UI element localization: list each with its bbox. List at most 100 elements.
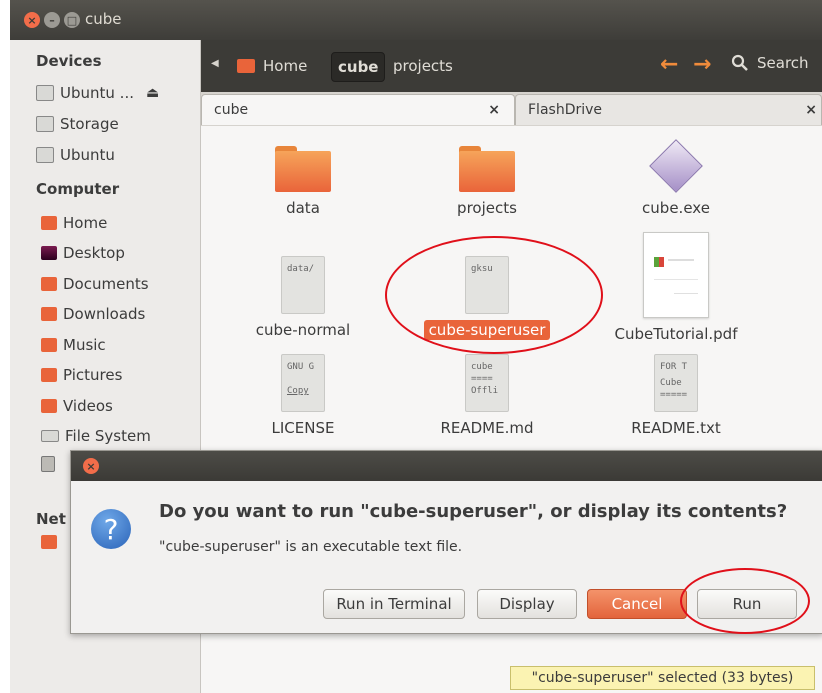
sidebar-item-label: Ubuntu ... bbox=[60, 84, 134, 102]
drive-icon bbox=[36, 116, 54, 132]
text-file-icon: GNU G Copy bbox=[281, 354, 325, 412]
annotation-circle-selected-file bbox=[385, 236, 603, 354]
status-bar: "cube-superuser" selected (33 bytes) bbox=[510, 666, 815, 690]
sidebar-item-label: Home bbox=[63, 214, 108, 232]
sidebar-item-file-system[interactable]: File System bbox=[41, 424, 151, 448]
close-dialog-icon[interactable]: × bbox=[83, 458, 99, 474]
sidebar-section-network: Net bbox=[36, 510, 66, 528]
file-name: projects bbox=[457, 199, 517, 217]
toolbar: ◀ Home cube projects ← → Search bbox=[201, 40, 822, 92]
cancel-button[interactable]: Cancel bbox=[587, 589, 687, 619]
text-file-icon: cube ==== Offli bbox=[465, 354, 509, 412]
folder-icon bbox=[459, 146, 515, 192]
search-icon bbox=[731, 54, 748, 71]
file-name: cube.exe bbox=[642, 199, 710, 217]
sidebar-item-network[interactable] bbox=[41, 530, 57, 554]
tab-bar: cube × FlashDrive × bbox=[201, 92, 822, 126]
breadcrumb-left-arrow-icon[interactable]: ◀ bbox=[211, 58, 219, 69]
search-button[interactable]: Search bbox=[731, 54, 809, 72]
breadcrumb-label: Home bbox=[263, 57, 308, 75]
annotation-circle-run-button bbox=[680, 568, 810, 634]
sidebar-item-pictures[interactable]: Pictures bbox=[41, 363, 122, 387]
question-icon: ? bbox=[91, 509, 131, 549]
sidebar-item-label: Ubuntu bbox=[60, 146, 115, 164]
tab-label: cube bbox=[214, 102, 249, 118]
home-folder-icon bbox=[237, 59, 255, 73]
back-arrow-icon[interactable]: ← bbox=[660, 52, 678, 77]
drive-icon bbox=[36, 85, 54, 101]
sidebar-item-label: Music bbox=[63, 336, 106, 354]
sidebar-item-label: Desktop bbox=[63, 244, 125, 262]
file-name: LICENSE bbox=[271, 419, 335, 437]
breadcrumb-cube[interactable]: cube bbox=[331, 52, 386, 82]
text-file-icon: data/ bbox=[281, 256, 325, 314]
dialog-titlebar: × bbox=[71, 451, 822, 481]
file-name: CubeTutorial.pdf bbox=[614, 325, 738, 343]
sidebar-item-downloads[interactable]: Downloads bbox=[41, 302, 145, 326]
music-folder-icon bbox=[41, 338, 57, 352]
sidebar-section-computer: Computer bbox=[36, 180, 120, 198]
tab-flashdrive[interactable]: FlashDrive × bbox=[515, 94, 822, 125]
eject-icon[interactable]: ⏏ bbox=[146, 85, 159, 101]
file-item-projects[interactable]: projects bbox=[417, 146, 557, 218]
file-system-icon bbox=[41, 430, 59, 442]
sidebar-item-trash[interactable] bbox=[41, 452, 55, 476]
file-item-cube-exe[interactable]: cube.exe bbox=[606, 139, 746, 218]
file-name: README.txt bbox=[631, 419, 721, 437]
downloads-folder-icon bbox=[41, 307, 57, 321]
window-title: cube bbox=[85, 10, 122, 28]
file-item-cube-tutorial-pdf[interactable]: CubeTutorial.pdf bbox=[606, 232, 746, 344]
home-folder-icon bbox=[41, 216, 57, 230]
close-window-icon[interactable]: × bbox=[24, 12, 40, 28]
tab-cube[interactable]: cube × bbox=[201, 94, 515, 125]
file-item-data[interactable]: data bbox=[233, 146, 373, 218]
sidebar-item-documents[interactable]: Documents bbox=[41, 272, 149, 296]
videos-folder-icon bbox=[41, 399, 57, 413]
breadcrumb-projects[interactable]: projects bbox=[387, 52, 459, 80]
pictures-folder-icon bbox=[41, 368, 57, 382]
breadcrumb-label: cube bbox=[338, 58, 379, 76]
display-button[interactable]: Display bbox=[477, 589, 577, 619]
documents-folder-icon bbox=[41, 277, 57, 291]
minimize-window-icon[interactable]: – bbox=[44, 12, 60, 28]
window-titlebar: × – □ cube bbox=[10, 0, 822, 40]
sidebar-item-label: Videos bbox=[63, 397, 113, 415]
sidebar-item-videos[interactable]: Videos bbox=[41, 394, 113, 418]
file-item-readme-md[interactable]: cube ==== Offli README.md bbox=[417, 354, 557, 438]
dialog-question: Do you want to run "cube-superuser", or … bbox=[159, 501, 788, 522]
sidebar-item-home[interactable]: Home bbox=[41, 211, 107, 235]
search-label: Search bbox=[757, 54, 809, 72]
sidebar-item-label: Storage bbox=[60, 115, 119, 133]
sidebar-item-music[interactable]: Music bbox=[41, 333, 106, 357]
dialog-detail: "cube-superuser" is an executable text f… bbox=[159, 539, 463, 555]
forward-arrow-icon[interactable]: → bbox=[693, 52, 711, 77]
file-name: README.md bbox=[440, 419, 534, 437]
sidebar-item-label: File System bbox=[65, 427, 151, 445]
folder-icon bbox=[275, 146, 331, 192]
tab-label: FlashDrive bbox=[528, 102, 603, 118]
tab-close-icon[interactable]: × bbox=[488, 102, 500, 118]
pdf-thumbnail-icon bbox=[643, 232, 709, 318]
run-in-terminal-button[interactable]: Run in Terminal bbox=[323, 589, 465, 619]
file-name: cube-normal bbox=[255, 321, 351, 339]
sidebar-item-desktop[interactable]: Desktop bbox=[41, 241, 125, 265]
executable-icon bbox=[648, 139, 704, 193]
sidebar-item-ubuntu[interactable]: Ubuntu bbox=[36, 143, 115, 167]
file-name: data bbox=[286, 199, 320, 217]
maximize-window-icon[interactable]: □ bbox=[64, 12, 80, 28]
sidebar-section-devices: Devices bbox=[36, 52, 102, 70]
breadcrumb-home[interactable]: Home bbox=[231, 52, 313, 80]
file-item-readme-txt[interactable]: FOR T Cube ===== README.txt bbox=[606, 354, 746, 438]
file-item-license[interactable]: GNU G Copy LICENSE bbox=[233, 354, 373, 438]
network-folder-icon bbox=[41, 535, 57, 549]
file-item-cube-normal[interactable]: data/ cube-normal bbox=[233, 256, 373, 340]
sidebar-item-label: Downloads bbox=[63, 305, 146, 323]
tab-close-icon[interactable]: × bbox=[805, 102, 817, 118]
sidebar-item-storage[interactable]: Storage bbox=[36, 112, 119, 136]
breadcrumb-label: projects bbox=[393, 57, 453, 75]
text-file-icon: FOR T Cube ===== bbox=[654, 354, 698, 412]
sidebar-item-label: Documents bbox=[63, 275, 149, 293]
sidebar-item-ubuntu-drive[interactable]: Ubuntu ... ⏏ bbox=[36, 81, 159, 105]
sidebar-item-label: Pictures bbox=[63, 366, 123, 384]
desktop-icon bbox=[41, 246, 57, 260]
